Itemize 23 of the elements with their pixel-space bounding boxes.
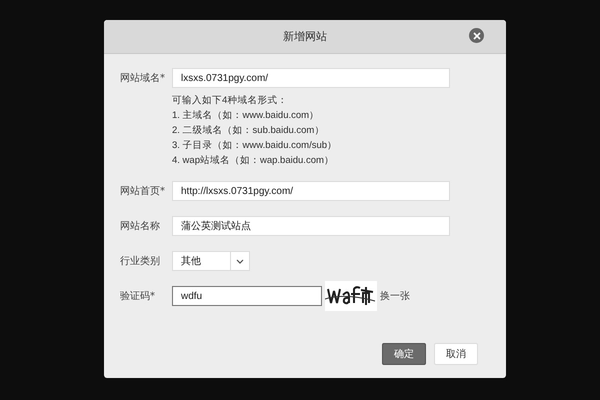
field-label: 网站名称 [120, 220, 161, 233]
text-field[interactable]: http://lxsxs.0731pgy.com/ [172, 181, 450, 201]
confirm-button[interactable]: 确定 [382, 343, 426, 365]
text-field[interactable]: 蒲公英测试站点 [172, 216, 450, 236]
field-label: 验证码* [120, 290, 156, 303]
captcha-field[interactable]: wdfu [172, 286, 322, 306]
hint-text: 2. 二级域名（如：sub.baidu.com） [172, 124, 326, 138]
close-icon [472, 32, 480, 40]
hint-text: 3. 子目录（如：www.baidu.com/sub） [172, 139, 338, 153]
caret-icon [236, 258, 244, 264]
field-label: 网站首页* [120, 184, 166, 198]
hint-text: 可输入如下4种域名形式： [172, 94, 288, 108]
industry-dropdown[interactable]: 其他 [172, 251, 250, 271]
cancel-button[interactable]: 取消 [434, 343, 478, 365]
field-label: 网站域名* [120, 72, 166, 85]
hint-text: 4. wap站域名（如：wap.baidu.com） [172, 154, 335, 168]
hint-text: 1. 主域名（如：www.baidu.com） [172, 109, 320, 123]
captcha-drawing [325, 281, 377, 311]
field-label: 行业类别 [120, 254, 161, 268]
refresh-link[interactable]: 换一张 [380, 289, 410, 303]
close-button[interactable] [469, 28, 484, 43]
text-field[interactable]: lxsxs.0731pgy.com/ [172, 68, 450, 88]
dialog-title: 新增网站 [283, 29, 327, 44]
